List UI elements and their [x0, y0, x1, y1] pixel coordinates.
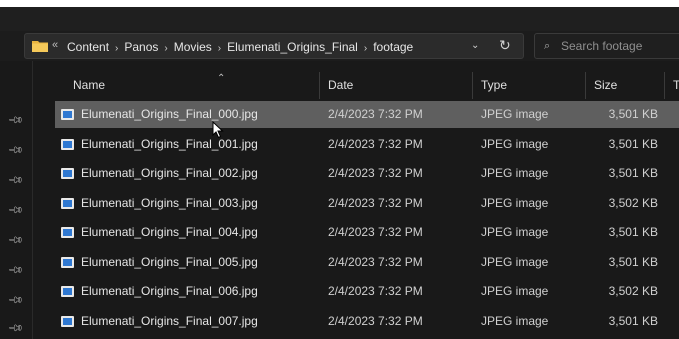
file-explorer-window: « Content › Panos › Movies › Elumenati_Origins… [0, 0, 679, 339]
pin-icon[interactable]: 📌︎ [7, 112, 24, 129]
file-size: 3,501 KB [608, 166, 658, 180]
breadcrumb-item-elumenati-origins-final[interactable]: Elumenati_Origins_Final [227, 40, 358, 54]
file-date: 2/4/2023 7:32 PM [328, 195, 423, 210]
breadcrumb-separator-icon[interactable]: › [218, 43, 221, 54]
file-name: Elumenati_Origins_Final_007.jpg [81, 313, 258, 328]
breadcrumb-separator-icon[interactable]: › [164, 43, 167, 54]
toolbar-area [0, 7, 679, 31]
column-header-size[interactable]: Size [586, 72, 665, 99]
column-header-size-label: Size [594, 78, 618, 92]
file-date: 2/4/2023 7:32 PM [328, 225, 423, 239]
image-file-icon [61, 227, 74, 238]
breadcrumb-item-movies[interactable]: Movies [174, 40, 212, 54]
image-file-icon [61, 109, 74, 120]
file-row[interactable]: Elumenati_Origins_Final_000.jpg 2/4/2023… [55, 101, 679, 128]
refresh-icon[interactable]: ↻ [499, 37, 511, 54]
pin-icon[interactable]: 📌︎ [7, 202, 24, 219]
file-size: 3,502 KB [608, 284, 658, 298]
column-header-type-label: Type [481, 78, 508, 92]
pin-icon[interactable]: 📌︎ [7, 320, 24, 337]
file-size: 3,501 KB [608, 313, 658, 328]
address-bar-row: « Content › Panos › Movies › Elumenati_Origins… [0, 31, 679, 61]
pin-icon[interactable]: 📌︎ [7, 232, 24, 249]
file-size: 3,502 KB [608, 195, 658, 210]
file-date: 2/4/2023 7:32 PM [328, 166, 423, 180]
search-box[interactable]: ⌕ [534, 33, 679, 59]
file-type: JPEG image [481, 313, 549, 328]
file-size: 3,501 KB [608, 107, 658, 121]
pin-icon[interactable]: 📌︎ [7, 142, 24, 159]
breadcrumb-separator-icon[interactable]: › [364, 43, 367, 54]
column-header-row: Name ⌃ Date Type Size Ta [33, 72, 679, 99]
file-list: Elumenati_Origins_Final_000.jpg 2/4/2023… [33, 101, 679, 339]
file-date: 2/4/2023 7:32 PM [328, 313, 423, 328]
file-type: JPEG image [481, 284, 549, 298]
breadcrumb: Content › Panos › Movies › Elumenati_Origins_F… [67, 40, 413, 54]
file-type: JPEG image [481, 225, 549, 239]
column-header-tags-label: Ta [673, 78, 679, 92]
file-name: Elumenati_Origins_Final_006.jpg [81, 284, 258, 298]
file-row[interactable]: Elumenati_Origins_Final_002.jpg 2/4/2023… [55, 160, 679, 187]
address-bar[interactable]: « Content › Panos › Movies › Elumenati_Origins… [24, 33, 524, 59]
file-date: 2/4/2023 7:32 PM [328, 284, 423, 298]
file-size: 3,501 KB [608, 254, 658, 269]
image-file-icon [61, 197, 74, 209]
sort-caret-icon: ⌃ [217, 73, 226, 84]
pin-icon[interactable]: 📌︎ [7, 262, 24, 279]
navigation-pane: 📌︎ 📌︎ 📌︎ 📌︎ 📌︎ 📌︎ 📌︎ 📌︎ [0, 61, 33, 339]
file-name: Elumenati_Origins_Final_002.jpg [81, 166, 258, 180]
file-type: JPEG image [481, 107, 549, 121]
column-header-date-label: Date [328, 78, 354, 92]
column-header-tags[interactable]: Ta [665, 72, 679, 99]
folder-icon [32, 41, 48, 52]
file-type: JPEG image [481, 166, 549, 180]
image-file-icon [61, 256, 74, 268]
file-row[interactable]: Elumenati_Origins_Final_004.jpg 2/4/2023… [55, 219, 679, 246]
mouse-cursor-icon [212, 121, 224, 139]
image-file-icon [61, 168, 74, 179]
file-size: 3,501 KB [608, 225, 658, 239]
overflow-chevron-icon[interactable]: « [52, 39, 58, 51]
image-file-icon [61, 315, 74, 327]
file-name: Elumenati_Origins_Final_001.jpg [81, 136, 258, 151]
file-name: Elumenati_Origins_Final_005.jpg [81, 254, 258, 269]
image-file-icon [61, 138, 74, 150]
column-header-name[interactable]: Name ⌃ [65, 72, 320, 99]
breadcrumb-item-panos[interactable]: Panos [124, 40, 158, 54]
file-type: JPEG image [481, 136, 549, 151]
pin-icon[interactable]: 📌︎ [7, 292, 24, 309]
file-type: JPEG image [481, 195, 549, 210]
file-row[interactable]: Elumenati_Origins_Final_006.jpg 2/4/2023… [55, 278, 679, 305]
file-name: Elumenati_Origins_Final_004.jpg [81, 225, 258, 239]
image-file-icon [61, 286, 74, 297]
breadcrumb-separator-icon[interactable]: › [115, 43, 118, 54]
file-size: 3,501 KB [608, 136, 658, 151]
address-dropdown-icon[interactable]: ⌄ [471, 40, 479, 51]
breadcrumb-item-footage[interactable]: footage [373, 40, 413, 54]
file-row[interactable]: Elumenati_Origins_Final_003.jpg 2/4/2023… [55, 190, 679, 217]
column-header-type[interactable]: Type [473, 72, 586, 99]
search-input[interactable] [561, 38, 679, 54]
column-header-date[interactable]: Date [320, 72, 473, 99]
file-date: 2/4/2023 7:32 PM [328, 136, 423, 151]
pin-icon[interactable]: 📌︎ [7, 172, 24, 189]
file-row[interactable]: Elumenati_Origins_Final_007.jpg 2/4/2023… [55, 308, 679, 335]
file-name: Elumenati_Origins_Final_003.jpg [81, 195, 258, 210]
file-name: Elumenati_Origins_Final_000.jpg [81, 107, 258, 121]
file-date: 2/4/2023 7:32 PM [328, 107, 423, 121]
file-row[interactable]: Elumenati_Origins_Final_005.jpg 2/4/2023… [55, 249, 679, 276]
search-icon: ⌕ [544, 40, 551, 52]
file-date: 2/4/2023 7:32 PM [328, 254, 423, 269]
file-type: JPEG image [481, 254, 549, 269]
column-header-name-label: Name [73, 78, 106, 92]
file-row[interactable]: Elumenati_Origins_Final_001.jpg 2/4/2023… [55, 131, 679, 158]
breadcrumb-item-content[interactable]: Content [67, 40, 109, 54]
top-edge [0, 0, 679, 7]
